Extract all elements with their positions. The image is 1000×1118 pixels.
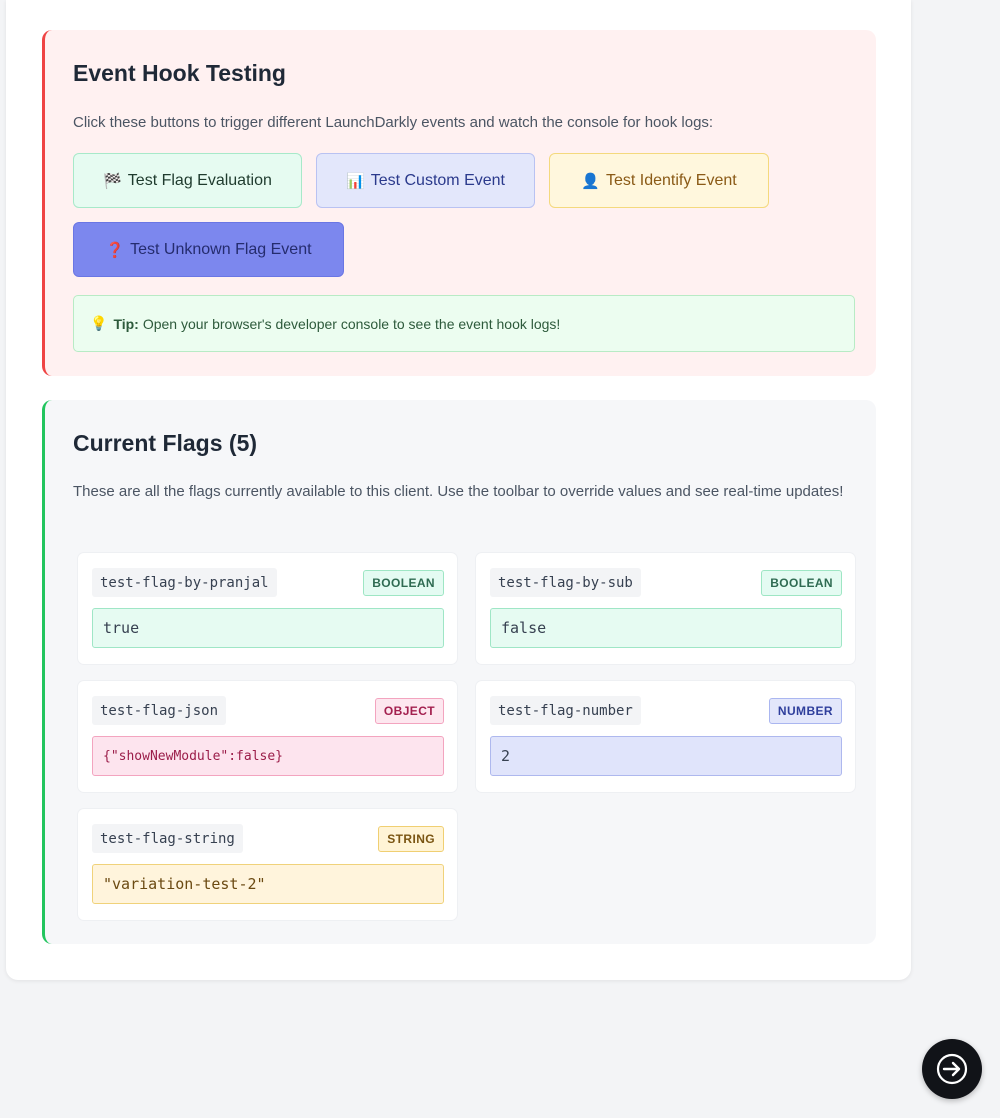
flag-card: test-flag-number NUMBER 2 [476, 681, 855, 792]
flag-type-badge: BOOLEAN [363, 570, 444, 596]
flag-key: test-flag-number [490, 696, 641, 725]
button-label: Test Unknown Flag Event [130, 240, 312, 258]
checkered-flag-icon: 🏁 [103, 172, 122, 190]
arrow-right-circle-icon [936, 1053, 968, 1085]
flag-value: {"showNewModule":false} [92, 736, 444, 776]
flag-type-badge: BOOLEAN [761, 570, 842, 596]
flag-value: 2 [490, 736, 842, 776]
tip-label: Tip: [113, 315, 139, 332]
flag-type-badge: STRING [378, 826, 444, 852]
flag-key: test-flag-by-sub [490, 568, 641, 597]
button-label: Test Flag Evaluation [127, 171, 272, 189]
user-icon: 👤 [581, 172, 600, 190]
flag-value: true [92, 608, 444, 648]
flag-value: "variation-test-2" [92, 864, 444, 904]
test-unknown-flag-event-button[interactable]: ❓ Test Unknown Flag Event [73, 222, 344, 277]
flags-section-description: These are all the flags currently availa… [73, 483, 844, 500]
flag-card: test-flag-string STRING "variation-test-… [78, 809, 457, 920]
flag-value: false [490, 608, 842, 648]
launchdarkly-toolbar-button[interactable] [922, 1039, 982, 1099]
tip-text: Open your browser's developer console to… [142, 315, 561, 332]
current-flags-section: Current Flags (5) These are all the flag… [42, 400, 876, 944]
event-section-title: Event Hook Testing [73, 60, 286, 86]
event-section-description: Click these buttons to trigger different… [73, 114, 714, 131]
flag-key: test-flag-json [92, 696, 227, 725]
lightbulb-icon: 💡 [90, 315, 108, 331]
test-identify-event-button[interactable]: 👤 Test Identify Event [549, 153, 769, 208]
test-flag-evaluation-button[interactable]: 🏁 Test Flag Evaluation [73, 153, 302, 208]
flag-type-badge: OBJECT [374, 698, 444, 724]
bar-chart-icon: 📊 [346, 172, 365, 190]
button-label: Test Identify Event [605, 171, 737, 189]
button-label: Test Custom Event [370, 171, 505, 189]
flag-card: test-flag-by-pranjal BOOLEAN true [78, 553, 457, 664]
flags-section-title: Current Flags (5) [73, 430, 258, 456]
flag-type-badge: NUMBER [768, 698, 842, 724]
question-mark-icon: ❓ [105, 241, 125, 259]
flag-card: test-flag-by-sub BOOLEAN false [476, 553, 855, 664]
flag-card: test-flag-json OBJECT {"showNewModule":f… [78, 681, 457, 792]
flag-key: test-flag-by-pranjal [92, 568, 277, 597]
main-card: Event Hook Testing Click these buttons t… [6, 0, 911, 980]
flag-key: test-flag-string [92, 824, 243, 853]
tip-box: 💡 Tip: Open your browser's developer con… [73, 295, 855, 352]
test-custom-event-button[interactable]: 📊 Test Custom Event [316, 153, 535, 208]
event-hook-testing-section: Event Hook Testing Click these buttons t… [42, 30, 876, 376]
